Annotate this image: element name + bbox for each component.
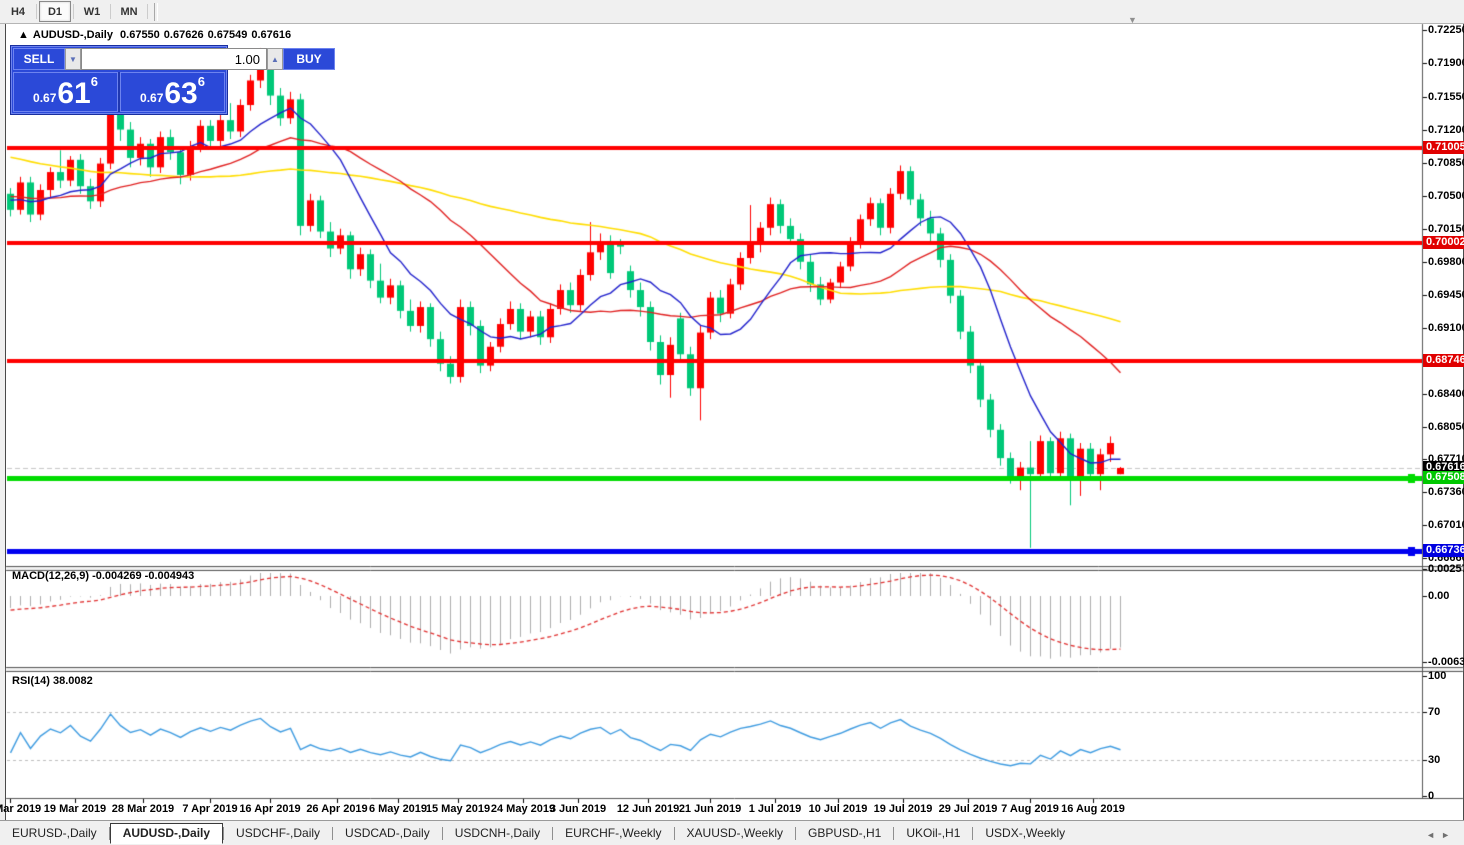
buy-price-big: 63 bbox=[164, 79, 197, 109]
collapse-panel-icon[interactable]: ▲ bbox=[18, 29, 29, 41]
sell-price-button[interactable]: 0.67 61 6 bbox=[13, 72, 118, 112]
price-tick-label: 0.71900 bbox=[1428, 57, 1464, 69]
toolbar-separator bbox=[73, 4, 74, 19]
price-tick-label: 0.70500 bbox=[1428, 190, 1464, 202]
price-tick-label: 0.70150 bbox=[1428, 223, 1464, 235]
timeframe-button-mn[interactable]: MN bbox=[113, 1, 145, 22]
chart-ohlc-header: ▲ AUDUSD-,Daily 0.67550 0.67626 0.675490.67… bbox=[18, 29, 295, 41]
price-line-badge: 0.66736 bbox=[1423, 544, 1464, 557]
buy-price-button[interactable]: 0.67 63 6 bbox=[120, 72, 225, 112]
buy-price-pip: 6 bbox=[198, 74, 205, 89]
chart-tab-usdcnh-daily[interactable]: USDCNH-,Daily bbox=[443, 824, 552, 843]
ohlc-high: 0.67626 bbox=[164, 29, 204, 41]
sell-price-big: 61 bbox=[57, 79, 90, 109]
splitter-arrow-icon[interactable]: ▼ bbox=[1128, 15, 1137, 25]
sell-price-prefix: 0.67 bbox=[33, 91, 56, 105]
timeframe-button-d1[interactable]: D1 bbox=[39, 1, 71, 22]
sell-price-pip: 6 bbox=[91, 74, 98, 89]
price-tick-label: 0.71200 bbox=[1428, 124, 1464, 136]
date-label: 3 Jun 2019 bbox=[538, 803, 618, 815]
timeframe-button-h4[interactable]: H4 bbox=[2, 1, 34, 22]
volume-increase-button[interactable]: ▲ bbox=[267, 48, 283, 70]
rsi-indicator-label: RSI(14) 38.0082 bbox=[12, 675, 93, 687]
toolbar-groove bbox=[154, 3, 158, 21]
chart-tab-usdx-weekly[interactable]: USDX-,Weekly bbox=[973, 824, 1077, 843]
chart-tab-eurusd-daily[interactable]: EURUSD-,Daily bbox=[0, 824, 109, 843]
price-tick-label: 0.70850 bbox=[1428, 157, 1464, 169]
chart-tab-audusd-daily[interactable]: AUDUSD-,Daily bbox=[110, 823, 223, 844]
chart-tab-ukoil-h1[interactable]: UKOil-,H1 bbox=[894, 824, 972, 843]
price-line-badge: 0.71005 bbox=[1423, 141, 1464, 154]
price-tick-label: 0.69800 bbox=[1428, 256, 1464, 268]
rsi-tick-label: 0 bbox=[1428, 790, 1464, 802]
chart-tab-bar: EURUSD-,DailyAUDUSD-,DailyUSDCHF-,DailyU… bbox=[0, 820, 1464, 845]
ohlc-low: 0.67549 bbox=[208, 29, 248, 41]
ohlc-open: 0.67550 bbox=[120, 29, 160, 41]
ohlc-close: 0.67616 bbox=[251, 29, 291, 41]
timeframe-button-w1[interactable]: W1 bbox=[76, 1, 108, 22]
price-line-badge: 0.68746 bbox=[1423, 354, 1464, 367]
price-line-badge: 0.67508 bbox=[1423, 471, 1464, 484]
buy-button[interactable]: BUY bbox=[283, 48, 335, 70]
tab-scroll-arrows: ◄► bbox=[1426, 830, 1456, 840]
macd-tick-label: 0.002574 bbox=[1428, 563, 1464, 575]
chart-tab-xauusd-weekly[interactable]: XAUUSD-,Weekly bbox=[675, 824, 795, 843]
chart-symbol-label: AUDUSD-,Daily bbox=[33, 29, 113, 41]
toolbar-separator bbox=[36, 4, 37, 19]
price-tick-label: 0.71550 bbox=[1428, 91, 1464, 103]
toolbar-separator bbox=[147, 4, 148, 19]
volume-input[interactable] bbox=[81, 48, 267, 70]
trading-platform-window: H4D1W1MN ▼ ▲ AUDUSD-,Daily 0.67550 0.67626… bbox=[0, 0, 1464, 845]
macd-tick-label: 0.00 bbox=[1428, 590, 1464, 602]
price-tick-label: 0.72250 bbox=[1428, 24, 1464, 36]
price-tick-label: 0.68400 bbox=[1428, 388, 1464, 400]
price-tick-label: 0.68050 bbox=[1428, 421, 1464, 433]
tab-scroll-left-icon[interactable]: ◄ bbox=[1426, 830, 1441, 840]
toolbar-separator bbox=[110, 4, 111, 19]
chart-tab-usdcad-daily[interactable]: USDCAD-,Daily bbox=[333, 824, 442, 843]
rsi-tick-label: 70 bbox=[1428, 706, 1464, 718]
one-click-trade-panel: SELL ▼ ▲ BUY 0.67 61 6 0.67 63 6 bbox=[10, 45, 228, 115]
price-line-badge: 0.70002 bbox=[1423, 236, 1464, 249]
price-tick-label: 0.69100 bbox=[1428, 322, 1464, 334]
timeframe-toolbar: H4D1W1MN bbox=[0, 0, 1464, 24]
date-label: 16 Aug 2019 bbox=[1053, 803, 1133, 815]
price-tick-label: 0.67360 bbox=[1428, 486, 1464, 498]
chart-tab-eurchf-weekly[interactable]: EURCHF-,Weekly bbox=[553, 824, 673, 843]
sell-button[interactable]: SELL bbox=[13, 48, 65, 70]
price-tick-label: 0.67010 bbox=[1428, 519, 1464, 531]
price-chart-canvas[interactable] bbox=[0, 0, 1464, 845]
macd-tick-label: -0.006326 bbox=[1428, 656, 1464, 668]
rsi-tick-label: 30 bbox=[1428, 754, 1464, 766]
price-tick-label: 0.69450 bbox=[1428, 289, 1464, 301]
macd-indicator-label: MACD(12,26,9) -0.004269 -0.004943 bbox=[12, 570, 194, 582]
volume-decrease-button[interactable]: ▼ bbox=[65, 48, 81, 70]
tab-scroll-right-icon[interactable]: ► bbox=[1441, 830, 1456, 840]
buy-price-prefix: 0.67 bbox=[140, 91, 163, 105]
chart-tab-gbpusd-h1[interactable]: GBPUSD-,H1 bbox=[796, 824, 893, 843]
chart-tab-usdchf-daily[interactable]: USDCHF-,Daily bbox=[224, 824, 332, 843]
rsi-tick-label: 100 bbox=[1428, 670, 1464, 682]
